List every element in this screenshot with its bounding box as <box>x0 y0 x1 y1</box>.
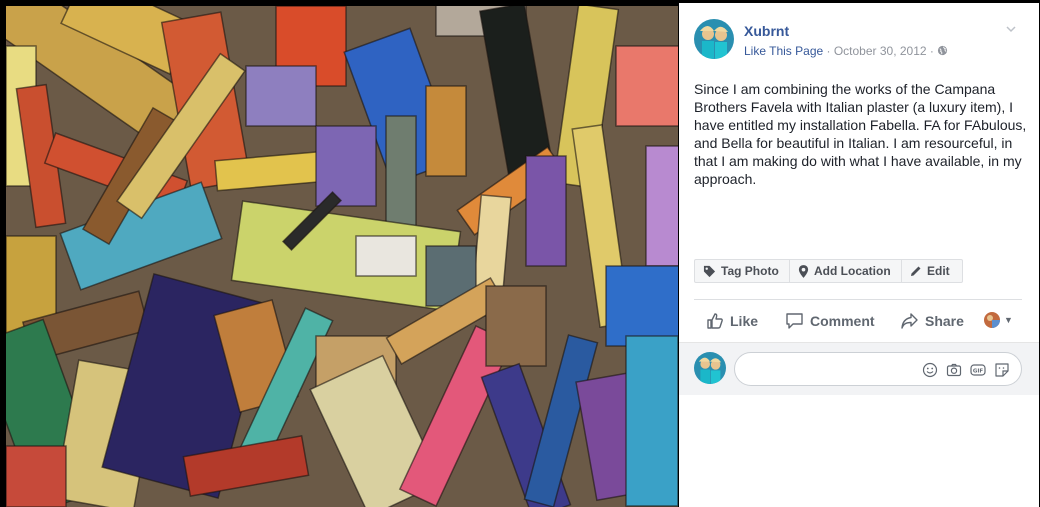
speech-bubble-icon <box>785 312 804 330</box>
post-date-link[interactable]: October 30, 2012 <box>834 44 927 58</box>
meta-separator-2: · <box>926 44 938 58</box>
share-as-selector[interactable]: ▼ <box>984 312 1013 328</box>
camera-icon[interactable] <box>946 362 962 378</box>
commenter-avatar <box>694 352 726 384</box>
like-label: Like <box>730 313 759 329</box>
chevron-down-icon: ▼ <box>1004 315 1013 325</box>
share-arrow-icon <box>900 312 919 330</box>
share-as-avatar <box>984 312 1000 328</box>
comment-input[interactable]: GIF <box>734 352 1022 386</box>
pencil-icon <box>910 265 922 277</box>
post-caption: Since I am combining the works of the Ca… <box>694 81 1027 187</box>
edit-label: Edit <box>927 264 950 278</box>
sticker-icon[interactable] <box>994 362 1010 378</box>
meta-separator: · <box>823 44 834 58</box>
svg-text:GIF: GIF <box>973 368 984 374</box>
comment-composer: GIF <box>679 342 1039 395</box>
tag-photo-label: Tag Photo <box>721 264 779 278</box>
thumbs-up-icon <box>706 312 724 330</box>
like-button[interactable]: Like <box>706 310 758 332</box>
abstract-collage-artwork <box>6 6 678 507</box>
post-meta: Like This Page · October 30, 2012 · <box>744 44 948 59</box>
add-location-label: Add Location <box>814 264 891 278</box>
location-pin-icon <box>798 264 809 278</box>
comment-button[interactable]: Comment <box>785 310 875 332</box>
like-page-link[interactable]: Like This Page <box>744 44 823 58</box>
add-location-button[interactable]: Add Location <box>789 259 902 283</box>
post-options-chevron-down-icon[interactable] <box>1005 23 1017 35</box>
gif-icon[interactable]: GIF <box>970 362 986 378</box>
page-name-link[interactable]: Xubrnt <box>744 23 789 39</box>
smiley-icon[interactable] <box>922 362 938 378</box>
post-photo[interactable] <box>6 6 678 507</box>
tag-photo-button[interactable]: Tag Photo <box>694 259 790 283</box>
divider <box>694 299 1022 300</box>
page-avatar[interactable] <box>694 19 734 59</box>
edit-button[interactable]: Edit <box>901 259 963 283</box>
post-side-panel: Xubrnt Like This Page · October 30, 2012… <box>679 3 1039 507</box>
comment-label: Comment <box>810 313 875 329</box>
share-button[interactable]: Share <box>900 310 964 332</box>
share-label: Share <box>925 313 964 329</box>
tag-icon <box>703 265 716 278</box>
globe-icon[interactable] <box>937 45 948 59</box>
